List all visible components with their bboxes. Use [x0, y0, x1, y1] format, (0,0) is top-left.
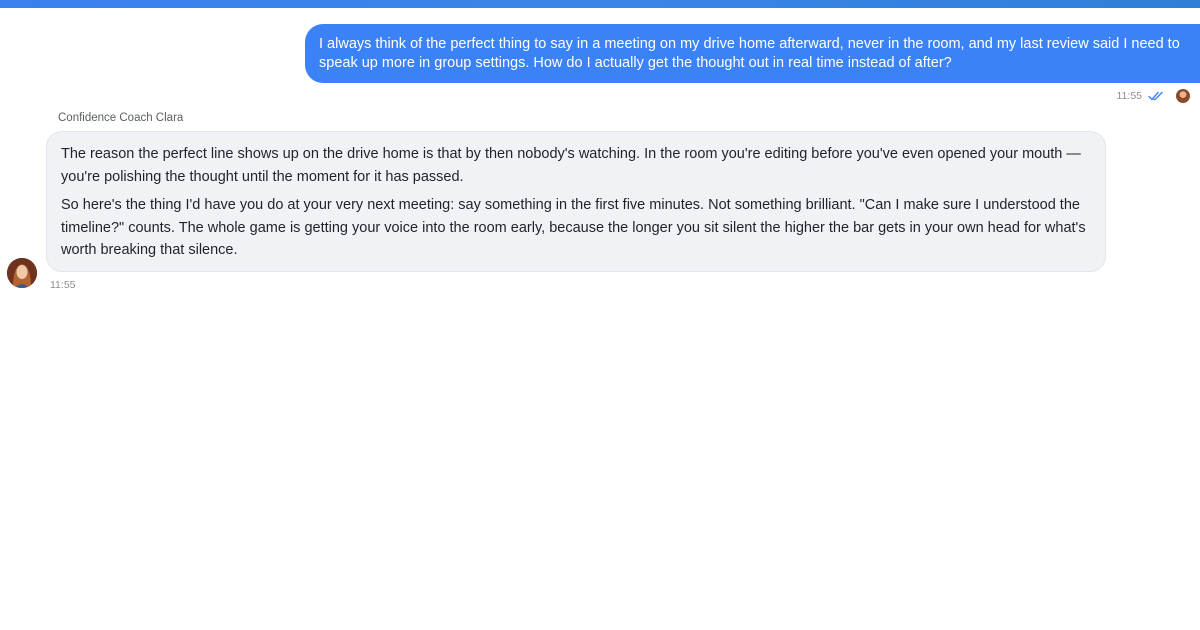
agent-message-bubble: The reason the perfect line shows up on … — [46, 131, 1106, 272]
user-avatar — [1176, 89, 1190, 103]
agent-message-paragraph: The reason the perfect line shows up on … — [61, 146, 1081, 185]
agent-name: Confidence Coach Clara — [58, 112, 184, 124]
user-message-time: 11:55 — [1116, 90, 1143, 102]
agent-avatar — [7, 258, 37, 288]
top-accent-bar — [0, 0, 1200, 8]
agent-avatar-image — [7, 258, 37, 288]
agent-message-time: 11:55 — [50, 279, 76, 291]
user-message-text: I always think of the perfect thing to s… — [319, 36, 1180, 71]
agent-message-paragraph: So here's the thing I'd have you do at y… — [61, 197, 1086, 258]
user-message-bubble: I always think of the perfect thing to s… — [305, 24, 1200, 83]
user-message-meta: 11:55 — [1116, 87, 1190, 105]
double-check-icon — [1148, 91, 1163, 101]
